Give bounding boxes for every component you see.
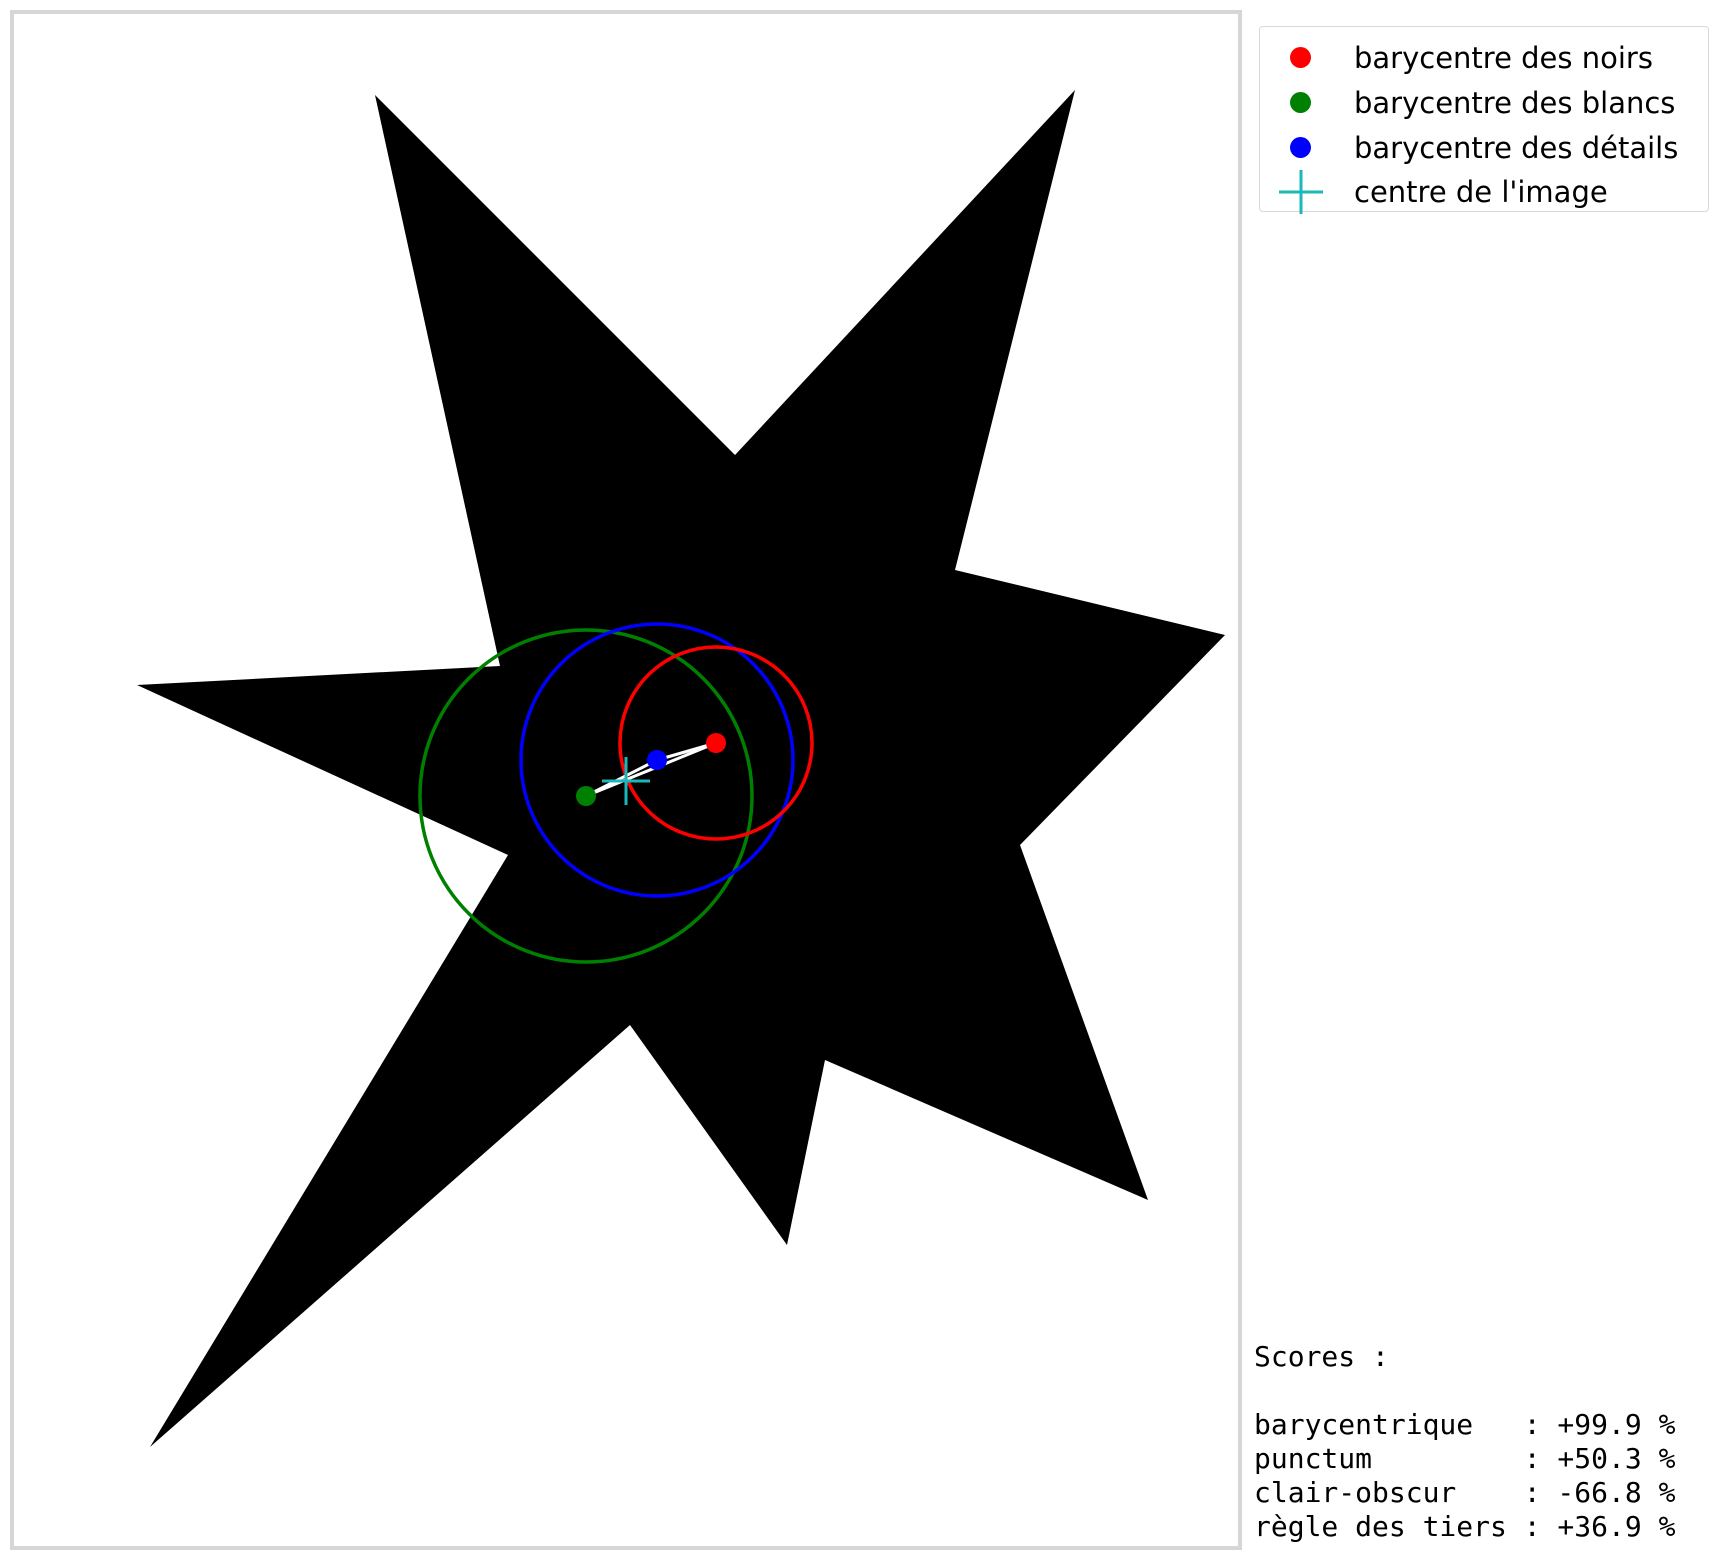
red-dot-icon (1290, 47, 1311, 68)
score-row-clair-obscur: clair-obscur : -66.8 % (1254, 1476, 1676, 1509)
dot-barycentre-blancs (576, 786, 596, 806)
scores-title: Scores : (1254, 1340, 1389, 1373)
scores-panel: Scores : barycentrique : +99.9 % punctum… (1254, 1340, 1675, 1544)
blue-dot-icon (1290, 137, 1311, 158)
legend-item-blancs: barycentre des blancs (1260, 82, 1708, 122)
legend: barycentre des noirs barycentre des blan… (1259, 26, 1709, 214)
composition-figure (10, 10, 1242, 1550)
score-row-barycentrique: barycentrique : +99.9 % (1254, 1408, 1676, 1441)
score-row-regle-des-tiers: règle des tiers : +36.9 % (1254, 1510, 1676, 1543)
legend-item-centre: centre de l'image (1260, 170, 1708, 214)
legend-label: barycentre des détails (1354, 131, 1679, 165)
score-row-punctum: punctum : +50.3 % (1254, 1442, 1676, 1475)
legend-label: barycentre des noirs (1354, 41, 1653, 75)
legend-item-noirs: barycentre des noirs (1260, 37, 1708, 77)
green-dot-icon (1290, 92, 1311, 113)
dot-barycentre-noirs (706, 733, 726, 753)
legend-label: centre de l'image (1354, 175, 1608, 209)
legend-label: barycentre des blancs (1354, 86, 1676, 120)
dot-barycentre-details (647, 750, 667, 770)
legend-item-details: barycentre des détails (1260, 127, 1708, 167)
plus-icon (1279, 170, 1323, 214)
